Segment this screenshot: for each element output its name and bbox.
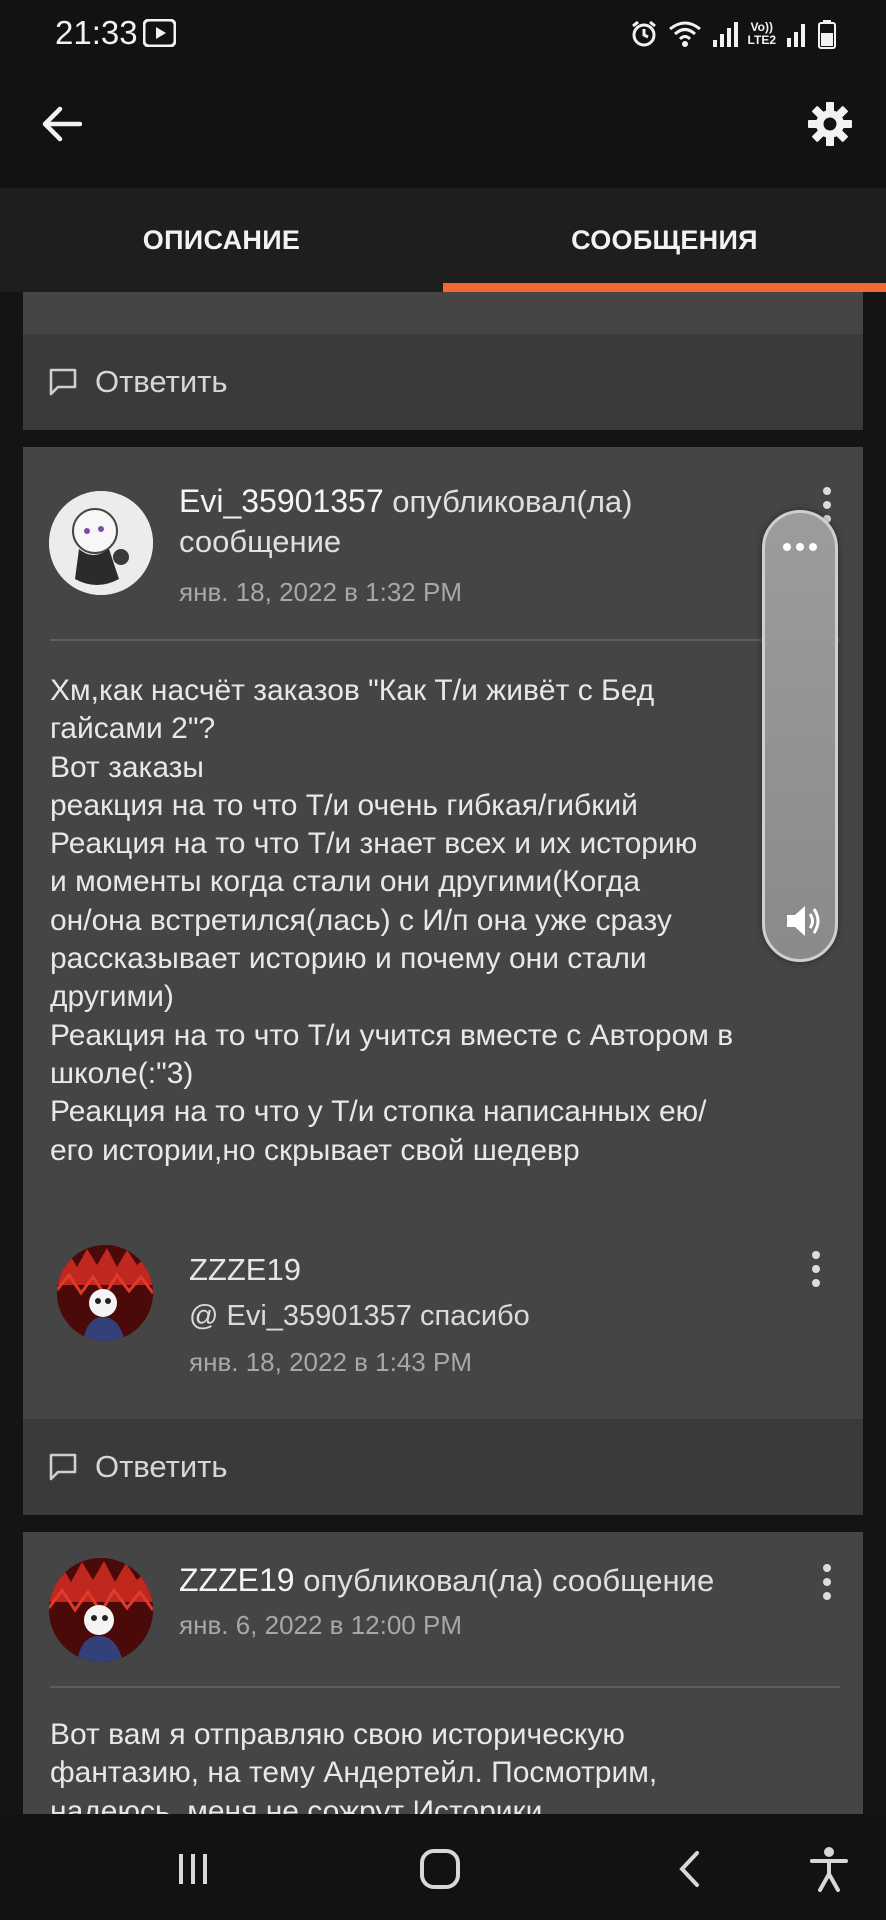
- post-body-line: Реакция на то что Т/и знает всех и их ис…: [50, 827, 698, 861]
- post-body-line: Реакция на то что у Т/и стопка написанны…: [50, 1095, 707, 1129]
- home-button[interactable]: [415, 1844, 465, 1894]
- post-body: Хм,как насчёт заказов "Как Т/и живёт с Б…: [50, 672, 850, 1170]
- gear-icon: [808, 102, 852, 146]
- post-body-line: Вот заказы: [50, 750, 204, 784]
- speaker-icon[interactable]: [783, 901, 823, 941]
- recent-apps-icon: [179, 1854, 207, 1884]
- home-icon: [420, 1849, 460, 1889]
- nav-back-button[interactable]: [665, 1844, 715, 1894]
- message-card: Evi_35901357 опубликовал(ла) сообщение я…: [23, 447, 863, 1515]
- back-button[interactable]: [38, 100, 86, 148]
- reply-button[interactable]: Ответить: [23, 1419, 863, 1515]
- signal-icon-2: [787, 24, 805, 47]
- reply-text: @ Evi_35901357 спасибо: [189, 1300, 530, 1332]
- kebab-menu-icon[interactable]: [812, 1560, 842, 1604]
- reply-label: Ответить: [95, 364, 228, 399]
- post-body-line: другими): [50, 980, 174, 1014]
- tab-messages[interactable]: СООБЩЕНИЯ: [443, 188, 886, 292]
- post-action: опубликовал(ла): [392, 484, 633, 519]
- accessibility-icon: [810, 1847, 848, 1892]
- post-body-line: рассказывает историю и почему они стали: [50, 942, 647, 976]
- post-action: опубликовал(ла) сообщение: [303, 1563, 715, 1598]
- message-card: ZZZE19 опубликовал(ла) сообщение янв. 6,…: [23, 1532, 863, 1814]
- alarm-icon: [631, 20, 656, 47]
- post-body-line: надеюсь, меня не сожрут Историки...: [50, 1794, 568, 1814]
- volume-slider[interactable]: [762, 510, 838, 962]
- reply-avatar[interactable]: [57, 1245, 153, 1341]
- message-card-previous: Ответить: [23, 292, 863, 430]
- post-body-line: реакция на то что Т/и очень гибкая/гибки…: [50, 788, 638, 822]
- divider: [50, 639, 840, 641]
- reply-button[interactable]: Ответить: [23, 334, 863, 430]
- post-body-line: школе(:"3): [50, 1056, 194, 1090]
- reply-date: янв. 18, 2022 в 1:43 PM: [189, 1347, 472, 1377]
- reply-label: Ответить: [95, 1449, 228, 1484]
- signal-icon: [712, 22, 738, 47]
- post-body-line: фантазию, на тему Андертейл. Посмотрим,: [50, 1756, 658, 1790]
- post-header: Evi_35901357 опубликовал(ла) сообщение: [179, 481, 799, 562]
- accessibility-button[interactable]: [804, 1844, 854, 1894]
- post-body-line: он/она встретился(лась) с И/п она уже ср…: [50, 903, 672, 937]
- messages-list[interactable]: Ответить Evi_35901357 опубликовал(ла) со…: [0, 292, 886, 1814]
- post-header: ZZZE19 опубликовал(ла) сообщение: [179, 1560, 819, 1601]
- settings-button[interactable]: [804, 98, 856, 150]
- avatar[interactable]: [49, 491, 153, 595]
- arrow-left-icon: [42, 106, 82, 142]
- chevron-left-icon: [679, 1851, 699, 1887]
- tab-bar: ОПИСАНИЕ СООБЩЕНИЯ: [0, 188, 886, 292]
- app-bar: [0, 70, 886, 188]
- recent-apps-button[interactable]: [168, 1844, 218, 1894]
- avatar-image: [49, 491, 153, 595]
- post-author[interactable]: Evi_35901357: [179, 483, 384, 519]
- avatar[interactable]: [49, 1558, 153, 1662]
- reply-avatar-image: [57, 1245, 153, 1341]
- post-body-line: Вот вам я отправляю свою историческую: [50, 1718, 625, 1751]
- post-body: Вот вам я отправляю свою историческую фа…: [50, 1716, 850, 1814]
- post-author[interactable]: ZZZE19: [179, 1562, 295, 1598]
- post-date: янв. 6, 2022 в 12:00 PM: [179, 1610, 462, 1640]
- wifi-icon: [668, 21, 701, 47]
- volume-more-icon[interactable]: [765, 543, 835, 551]
- post-body-line: Реакция на то что Т/и учится вместе с Ав…: [50, 1018, 734, 1052]
- divider: [50, 1686, 840, 1688]
- system-nav-bar: [0, 1814, 886, 1920]
- lte-indicator: Vo)) LTE2: [747, 20, 776, 47]
- tab-description[interactable]: ОПИСАНИЕ: [0, 188, 443, 292]
- post-body-line: гайсами 2"?: [50, 712, 216, 746]
- post-date: янв. 18, 2022 в 1:32 PM: [179, 577, 462, 607]
- reply-author[interactable]: ZZZE19: [189, 1252, 301, 1288]
- status-bar: 21:33 Vo)) LTE2: [0, 0, 886, 70]
- reply-kebab-menu-icon[interactable]: [801, 1247, 831, 1291]
- comment-icon: [49, 368, 77, 396]
- status-time: 21:33: [55, 14, 138, 51]
- post-body-line: его истории,но скрывает свой шедевр: [50, 1133, 580, 1167]
- comment-icon: [49, 1453, 77, 1481]
- avatar-image: [49, 1558, 153, 1662]
- battery-icon: [818, 20, 836, 49]
- post-body-line: и моменты когда стали они другими(Когда: [50, 865, 641, 899]
- post-body-line: Хм,как насчёт заказов "Как Т/и живёт с Б…: [50, 674, 655, 707]
- youtube-icon: [143, 19, 176, 47]
- post-action-2: сообщение: [179, 524, 342, 559]
